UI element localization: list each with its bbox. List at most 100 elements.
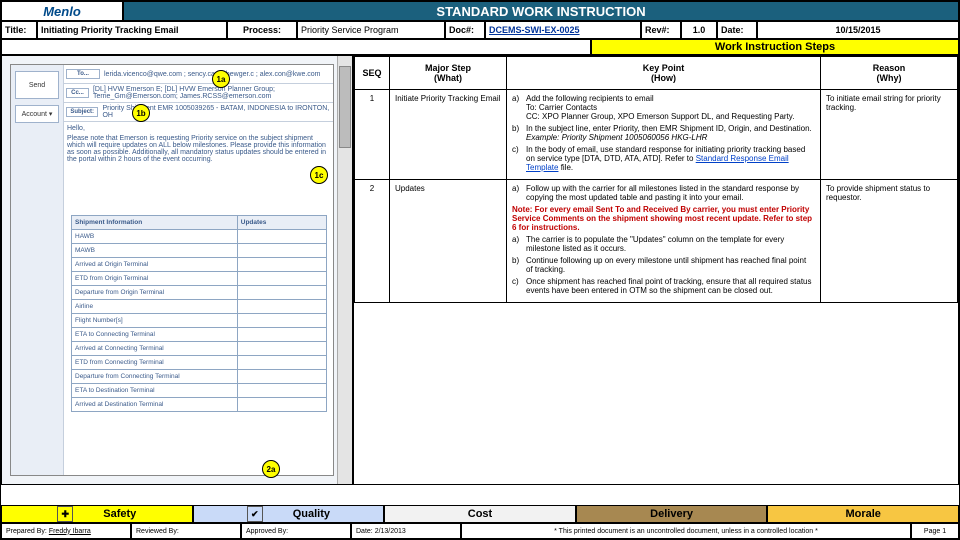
date-label: Date:: [717, 21, 757, 39]
how-2c-t: Once shipment has reached final point of…: [526, 277, 813, 295]
email-body[interactable]: Hello, Please note that Emerson is reque…: [63, 121, 333, 167]
step-row: 2 Updates a)Follow up with the carrier f…: [355, 180, 958, 303]
how-1b-l: b): [512, 124, 526, 133]
ms-col1: Shipment Information: [72, 216, 238, 230]
sig-date: Date: 2/13/2013: [351, 523, 461, 539]
how-2a2-l: a): [512, 235, 526, 244]
what-2: Updates: [390, 180, 507, 303]
page: Menlo STANDARD WORK INSTRUCTION Title: I…: [0, 0, 960, 540]
ms-row: Arrived at Destination Terminal: [72, 398, 238, 412]
ms-row: Airline: [72, 300, 238, 314]
ms-col2: Updates: [237, 216, 326, 230]
how-2a-t: Follow up with the carrier for all miles…: [526, 184, 813, 202]
process-value: Priority Service Program: [297, 21, 445, 39]
how-1b-t: In the subject line, enter Priority, the…: [526, 124, 813, 142]
seq-2: 2: [355, 180, 390, 303]
disclaimer: * This printed document is an uncontroll…: [461, 523, 911, 539]
pillar-cost: Cost: [384, 505, 576, 523]
subject-row: Subject:Priority Shipment EMR 1005039265…: [63, 103, 333, 122]
cc-row: Cc... [DL] HVW Emerson E; [DL] HVW Emerso…: [63, 84, 333, 103]
signoff: Prepared By: Freddy Ibarra Reviewed By: …: [1, 523, 959, 539]
how-2: a)Follow up with the carrier for all mil…: [507, 180, 821, 303]
why-2: To provide shipment status to requestor.: [821, 180, 958, 303]
page-num: Page 1: [911, 523, 959, 539]
wis-title: Work Instruction Steps: [591, 39, 959, 55]
pillar-quality: ✔Quality: [193, 505, 385, 523]
account-button[interactable]: Account ▾: [15, 105, 59, 123]
how-2b-t: Continue following up on every milestone…: [526, 256, 813, 274]
ms-row: HAWB: [72, 230, 238, 244]
seq-1: 1: [355, 90, 390, 180]
scroll-thumb[interactable]: [339, 66, 351, 148]
how-2a2-t: The carrier is to populate the "Updates"…: [526, 235, 813, 253]
how-1c-t: In the body of email, use standard respo…: [526, 145, 813, 172]
how-1: a)Add the following recipients to email …: [507, 90, 821, 180]
ms-row: Departure from Origin Terminal: [72, 286, 238, 300]
steps-table: SEQ Major Step (What) Key Point (How) Re…: [353, 55, 959, 485]
pillar-delivery: Delivery: [576, 505, 768, 523]
title-value: Initiating Priority Tracking Email: [37, 21, 227, 39]
ms-row: Arrived at Connecting Terminal: [72, 342, 238, 356]
title-label: Title:: [1, 21, 37, 39]
col-why: Reason (Why): [821, 57, 958, 90]
subject-label: Subject:: [66, 107, 98, 117]
body: Send Account ▾ To...lerida.vicenco@qwe.c…: [1, 55, 959, 485]
cc-label[interactable]: Cc...: [66, 88, 89, 98]
check-icon: ✔: [247, 506, 263, 522]
email-greeting: Hello,: [67, 125, 329, 132]
send-button[interactable]: Send: [15, 71, 59, 99]
banner: Menlo STANDARD WORK INSTRUCTION: [1, 1, 959, 21]
how-1a-t: Add the following recipients to email To…: [526, 94, 813, 121]
email-window: Send Account ▾ To...lerida.vicenco@qwe.c…: [10, 64, 334, 476]
doc-value: DCEMS-SWI-EX-0025: [485, 21, 641, 39]
to-row: To...lerida.vicenco@qwe.com ; sency.cap@…: [63, 65, 333, 84]
ms-row: ETA to Destination Terminal: [72, 384, 238, 398]
email-body-text: Please note that Emerson is requesting P…: [67, 135, 329, 163]
ms-row: ETD from Connecting Terminal: [72, 356, 238, 370]
prep-by: Prepared By: Freddy Ibarra: [1, 523, 131, 539]
cc-value[interactable]: [DL] HVW Emerson E; [DL] HVW Emerson Pla…: [93, 86, 330, 100]
how-2-note: Note: For every email Sent To and Receiv…: [512, 205, 815, 232]
col-what: Major Step (What): [390, 57, 507, 90]
col-how: Key Point (How): [507, 57, 821, 90]
how-1a-l: a): [512, 94, 526, 103]
pillars: ✚Safety ✔Quality Cost Delivery Morale: [1, 505, 959, 523]
email-side: Send Account ▾: [11, 65, 64, 475]
footer: ✚Safety ✔Quality Cost Delivery Morale Pr…: [1, 505, 959, 539]
rev-by: Reviewed By:: [131, 523, 241, 539]
callout-1c: 1c: [310, 166, 328, 184]
ms-row: MAWB: [72, 244, 238, 258]
pillar-safety: ✚Safety: [1, 505, 193, 523]
callout-2a: 2a: [262, 460, 280, 478]
why-1: To initiate email string for priority tr…: [821, 90, 958, 180]
what-1: Initiate Priority Tracking Email: [390, 90, 507, 180]
plus-icon: ✚: [57, 506, 73, 522]
ms-row: ETA to Connecting Terminal: [72, 328, 238, 342]
callout-1a: 1a: [212, 70, 230, 88]
ms-row: Departure from Connecting Terminal: [72, 370, 238, 384]
screenshot: Send Account ▾ To...lerida.vicenco@qwe.c…: [1, 55, 353, 485]
app-by: Approved By:: [241, 523, 351, 539]
how-2c-l: c): [512, 277, 526, 286]
milestone-table: Shipment InformationUpdates HAWB MAWB Ar…: [71, 215, 327, 412]
callout-1b: 1b: [132, 104, 150, 122]
how-1c-l: c): [512, 145, 526, 154]
wis-spacer: [1, 39, 591, 55]
scrollbar[interactable]: [337, 56, 352, 484]
col-seq: SEQ: [355, 57, 390, 90]
doc-label: Doc#:: [445, 21, 485, 39]
logo: Menlo: [1, 1, 123, 21]
email-rows: To...lerida.vicenco@qwe.com ; sency.cap@…: [63, 65, 333, 122]
ms-row: Arrived at Origin Terminal: [72, 258, 238, 272]
wis-row: Work Instruction Steps: [1, 39, 959, 55]
rev-value: 1.0: [681, 21, 717, 39]
process-label: Process:: [227, 21, 297, 39]
to-label[interactable]: To...: [66, 69, 100, 79]
pillar-morale: Morale: [767, 505, 959, 523]
ms-row: Flight Number[s]: [72, 314, 238, 328]
how-2a-l: a): [512, 184, 526, 193]
ms-row: ETD from Origin Terminal: [72, 272, 238, 286]
step-row: 1 Initiate Priority Tracking Email a)Add…: [355, 90, 958, 180]
date-value: 10/15/2015: [757, 21, 959, 39]
meta-row: Title: Initiating Priority Tracking Emai…: [1, 21, 959, 39]
